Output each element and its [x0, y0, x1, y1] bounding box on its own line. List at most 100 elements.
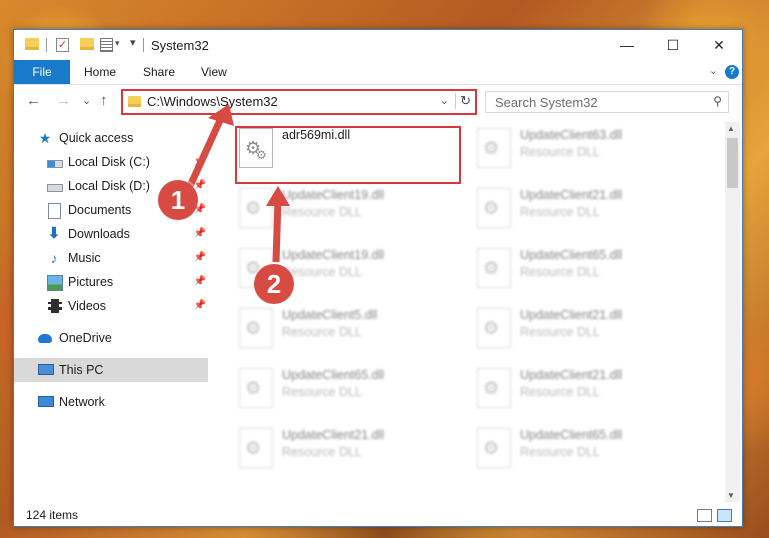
- gear-icon: ⚙: [483, 258, 500, 278]
- gear-icon: ⚙: [483, 378, 500, 398]
- scroll-up-button[interactable]: ▲: [727, 124, 735, 133]
- pin-icon[interactable]: 📌: [194, 294, 206, 318]
- scroll-down-button[interactable]: ▼: [727, 491, 735, 500]
- tab-home[interactable]: Home: [72, 60, 128, 84]
- window-title: System32: [151, 38, 209, 53]
- sidebar-item-local-disk-c[interactable]: Local Disk (C:) 📌: [14, 150, 208, 174]
- file-item[interactable]: ⚙ UpdateClient5.dll Resource DLL: [233, 306, 463, 356]
- video-icon: [48, 299, 62, 313]
- gear-icon: ⚙: [483, 198, 500, 218]
- sidebar-item-label: OneDrive: [59, 331, 112, 345]
- file-name: UpdateClient65.dll: [520, 248, 623, 262]
- expand-ribbon-button[interactable]: ⌄: [709, 64, 718, 77]
- file-explorer-window: ✓ ▾ ▾ System32 — ☐ ✕ File Home Share Vie…: [13, 29, 743, 527]
- sidebar-item-label: Documents: [68, 203, 132, 217]
- picture-icon: [47, 275, 63, 291]
- pin-icon[interactable]: 📌: [194, 222, 206, 246]
- sidebar-item-music[interactable]: ♪ Music 📌: [14, 246, 208, 270]
- help-icon[interactable]: ?: [725, 65, 739, 79]
- sidebar-item-videos[interactable]: Videos 📌: [14, 294, 208, 318]
- dll-file-icon: ⚙: [477, 188, 511, 228]
- navigation-bar: ← → ⌄ ↑ C:\Windows\System32 ⌄ ↻ Search S…: [14, 85, 742, 117]
- gear-icon: ⚙: [483, 438, 500, 458]
- gear-icon: ⚙: [483, 138, 500, 158]
- pin-icon[interactable]: 📌: [194, 246, 206, 270]
- scrollbar-thumb[interactable]: [727, 138, 738, 188]
- document-icon: [48, 203, 61, 219]
- properties-icon[interactable]: ✓: [56, 38, 69, 52]
- sidebar-item-label: Quick access: [59, 131, 134, 145]
- sidebar-item-label: Downloads: [68, 227, 130, 241]
- pin-icon[interactable]: 📌: [194, 150, 206, 174]
- forward-button[interactable]: →: [56, 92, 71, 109]
- network-icon: [38, 396, 54, 407]
- gear-icon: ⚙: [245, 318, 262, 338]
- sidebar-item-label: Network: [59, 395, 105, 409]
- minimize-button[interactable]: —: [604, 30, 650, 60]
- file-item[interactable]: ⚙ UpdateClient65.dll Resource DLL: [471, 246, 701, 296]
- vertical-scrollbar[interactable]: ▲ ▼: [725, 122, 740, 502]
- file-item[interactable]: ⚙ UpdateClient19.dll Resource DLL: [233, 186, 463, 236]
- file-type: Resource DLL: [282, 445, 362, 459]
- file-name: UpdateClient21.dll: [520, 188, 623, 202]
- address-path[interactable]: C:\Windows\System32: [147, 94, 278, 109]
- tab-file[interactable]: File: [14, 60, 70, 84]
- cloud-icon: [38, 334, 52, 343]
- sidebar-item-network[interactable]: Network: [14, 390, 208, 414]
- back-button[interactable]: ←: [26, 92, 41, 109]
- search-placeholder: Search System32: [495, 95, 598, 110]
- address-bar[interactable]: C:\Windows\System32 ⌄ ↻: [121, 89, 477, 115]
- up-button[interactable]: ↑: [100, 92, 108, 109]
- sidebar-item-label: Pictures: [68, 275, 114, 289]
- sidebar-item-quick-access[interactable]: ★ Quick access: [14, 126, 208, 150]
- recent-locations-button[interactable]: ⌄: [82, 94, 91, 107]
- file-name: UpdateClient65.dll: [520, 428, 623, 442]
- file-name: UpdateClient65.dll: [282, 368, 385, 382]
- gear-icon: ⚙: [245, 198, 262, 218]
- customize-toolbar-button[interactable]: ▾: [130, 36, 136, 49]
- large-icons-view-button[interactable]: [717, 509, 732, 522]
- sidebar-item-pictures[interactable]: Pictures 📌: [14, 270, 208, 294]
- star-icon: ★: [38, 130, 52, 146]
- ribbon: File Home Share View ⌄ ?: [14, 60, 742, 85]
- file-item[interactable]: ⚙ UpdateClient21.dll Resource DLL: [471, 366, 701, 416]
- file-type: Resource DLL: [520, 145, 600, 159]
- search-icon[interactable]: ⚲: [713, 94, 722, 108]
- chevron-down-icon[interactable]: ▾: [115, 38, 120, 49]
- status-bar: 124 items: [14, 505, 742, 526]
- sidebar-item-label: This PC: [59, 363, 104, 377]
- close-button[interactable]: ✕: [696, 30, 742, 60]
- search-input[interactable]: Search System32 ⚲: [485, 91, 729, 113]
- sidebar-item-this-pc[interactable]: This PC: [14, 358, 208, 382]
- address-dropdown-button[interactable]: ⌄: [440, 94, 449, 107]
- tab-view[interactable]: View: [189, 60, 239, 84]
- tab-share[interactable]: Share: [131, 60, 187, 84]
- file-item[interactable]: ⚙ UpdateClient65.dll Resource DLL: [233, 366, 463, 416]
- dll-file-icon: ⚙: [239, 188, 273, 228]
- sidebar-item-onedrive[interactable]: OneDrive: [14, 326, 208, 350]
- file-type: Resource DLL: [520, 445, 600, 459]
- drive-icon: [47, 184, 63, 192]
- file-type: Resource DLL: [520, 205, 600, 219]
- file-item[interactable]: ⚙ UpdateClient21.dll Resource DLL: [233, 426, 463, 476]
- file-item[interactable]: ⚙ UpdateClient65.dll Resource DLL: [471, 426, 701, 476]
- pin-icon[interactable]: 📌: [194, 270, 206, 294]
- file-item[interactable]: ⚙ UpdateClient21.dll Resource DLL: [471, 186, 701, 236]
- new-folder-icon[interactable]: [80, 38, 94, 50]
- rename-icon[interactable]: [100, 38, 113, 52]
- details-view-button[interactable]: [697, 509, 712, 522]
- dll-file-icon: ⚙: [477, 428, 511, 468]
- gear-icon: ⚙: [245, 378, 262, 398]
- file-name: UpdateClient5.dll: [282, 308, 378, 322]
- refresh-button[interactable]: ↻: [455, 93, 471, 109]
- maximize-button[interactable]: ☐: [650, 30, 696, 60]
- sidebar-item-downloads[interactable]: ⬇ Downloads 📌: [14, 222, 208, 246]
- step-marker-2: 2: [254, 264, 294, 304]
- divider: [143, 38, 144, 52]
- file-name: UpdateClient21.dll: [520, 308, 623, 322]
- file-item[interactable]: ⚙ UpdateClient63.dll Resource DLL: [471, 126, 701, 176]
- file-type: Resource DLL: [282, 205, 362, 219]
- music-icon: ♪: [50, 250, 58, 266]
- file-item[interactable]: ⚙ UpdateClient21.dll Resource DLL: [471, 306, 701, 356]
- file-list: ⚙ ⚙ adr569mi.dll ⚙ UpdateClient19.dll Res…: [223, 122, 723, 502]
